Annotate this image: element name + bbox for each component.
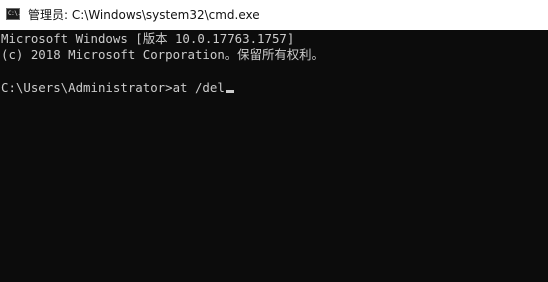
banner-copyright-line: (c) 2018 Microsoft Corporation。保留所有权利。 xyxy=(1,47,324,62)
window-title: 管理员: C:\Windows\system32\cmd.exe xyxy=(28,8,260,22)
cmd-console-icon[interactable]: C:\. xyxy=(6,8,21,20)
banner-version-line: Microsoft Windows [版本 10.0.17763.1757] xyxy=(1,31,295,46)
command-prompt-line[interactable]: C:\Users\Administrator> at /del xyxy=(1,80,234,96)
cmd-window: C:\. 管理员: C:\Windows\system32\cmd.exe Mi… xyxy=(0,0,548,282)
prompt-path: C:\Users\Administrator> xyxy=(1,80,173,95)
command-input[interactable]: at /del xyxy=(173,80,225,96)
cmd-icon-glyph: C:\. xyxy=(8,10,21,17)
console-output[interactable]: Microsoft Windows [版本 10.0.17763.1757] (… xyxy=(0,30,548,282)
text-cursor xyxy=(225,90,234,93)
title-bar[interactable]: C:\. 管理员: C:\Windows\system32\cmd.exe xyxy=(0,0,548,30)
